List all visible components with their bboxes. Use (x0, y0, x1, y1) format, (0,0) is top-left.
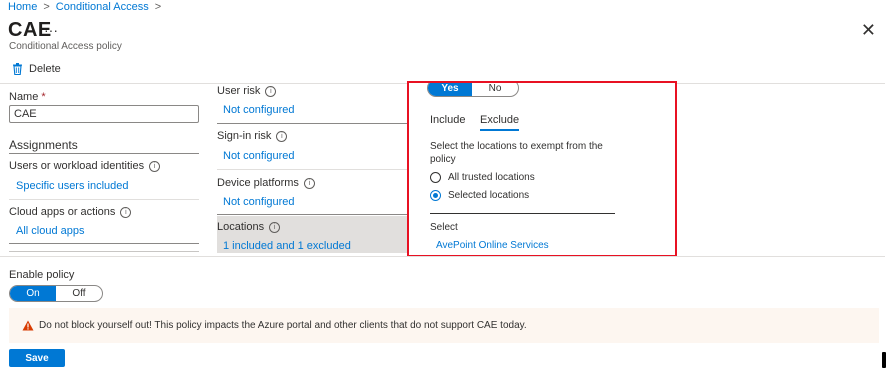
radio-button-checked[interactable] (430, 190, 441, 201)
more-options-button[interactable]: ··· (44, 22, 58, 38)
assignments-divider (9, 153, 199, 154)
name-label-text: Name (9, 91, 39, 103)
toggle-on[interactable]: On (10, 286, 56, 301)
user-risk-label: User risk i (217, 85, 277, 97)
signin-risk-divider (217, 169, 407, 170)
info-icon[interactable]: i (276, 130, 288, 142)
signin-risk-label-text: Sign-in risk (217, 130, 272, 142)
toggle-no[interactable]: No (472, 83, 518, 96)
device-platforms-divider (217, 214, 407, 215)
radio-selected-label: Selected locations (448, 190, 530, 201)
save-button[interactable]: Save (9, 349, 65, 367)
enable-policy-label: Enable policy (9, 269, 75, 281)
warning-icon (22, 320, 34, 331)
locations-value-link[interactable]: 1 included and 1 excluded (223, 240, 351, 252)
toggle-off[interactable]: Off (56, 286, 102, 301)
warning-banner: Do not block yourself out! This policy i… (9, 308, 879, 343)
apps-label: Cloud apps or actions i (9, 206, 132, 218)
breadcrumb-home-link[interactable]: Home (8, 1, 37, 13)
locations-row[interactable]: Locations i 1 included and 1 excluded (217, 216, 407, 253)
info-icon[interactable]: i (120, 206, 132, 218)
radio-all-trusted-locations[interactable]: All trusted locations (430, 172, 535, 183)
tab-exclude-label: Exclude (480, 114, 520, 126)
apps-divider (9, 243, 199, 244)
user-risk-value-link[interactable]: Not configured (223, 104, 295, 116)
locations-config-panel: Yes No Include Exclude Select the locati… (407, 81, 677, 257)
locations-label-text: Locations (217, 221, 265, 233)
signin-risk-value-link[interactable]: Not configured (223, 150, 295, 162)
signin-risk-label: Sign-in risk i (217, 130, 288, 142)
delete-button[interactable]: Delete (12, 63, 61, 75)
users-value-link[interactable]: Specific users included (16, 180, 129, 192)
name-label: Name * (9, 91, 46, 103)
info-icon[interactable]: i (149, 160, 161, 172)
trash-icon (13, 63, 22, 75)
mouse-cursor (882, 352, 886, 368)
users-label-text: Users or workload identities (9, 160, 145, 172)
close-icon[interactable]: ✕ (861, 20, 876, 41)
radio-selected-locations[interactable]: Selected locations (430, 190, 529, 201)
toggle-yes[interactable]: Yes (428, 83, 472, 96)
breadcrumb: Home > Conditional Access > (8, 0, 161, 14)
tab-exclude[interactable]: Exclude (480, 114, 520, 131)
tab-include[interactable]: Include (430, 114, 465, 126)
configure-toggle[interactable]: Yes No (427, 83, 519, 97)
breadcrumb-separator: > (154, 1, 162, 13)
breadcrumb-separator: > (43, 1, 50, 13)
exclude-description: Select the locations to exempt from the … (430, 141, 603, 165)
name-field[interactable]: CAE (9, 105, 199, 123)
info-icon[interactable]: i (265, 85, 277, 97)
breadcrumb-conditional-access-link[interactable]: Conditional Access (56, 1, 149, 13)
device-platforms-label: Device platforms i (217, 177, 315, 189)
info-icon[interactable]: i (269, 221, 281, 233)
warning-text: Do not block yourself out! This policy i… (39, 320, 527, 331)
apps-label-text: Cloud apps or actions (9, 206, 116, 218)
radio-button[interactable] (430, 172, 441, 183)
select-label: Select (430, 222, 458, 233)
radio-all-label: All trusted locations (448, 172, 535, 183)
info-icon[interactable]: i (303, 177, 315, 189)
users-label: Users or workload identities i (9, 160, 161, 172)
enable-policy-toggle[interactable]: On Off (9, 285, 103, 302)
selected-location-link[interactable]: AvePoint Online Services (436, 240, 549, 251)
device-platforms-label-text: Device platforms (217, 177, 299, 189)
page-subtitle: Conditional Access policy (9, 41, 122, 52)
locations-label: Locations i (217, 221, 281, 233)
tab-exclude-underline (480, 129, 520, 131)
content-divider (0, 256, 885, 257)
required-marker: * (41, 91, 46, 103)
user-risk-divider (217, 123, 407, 124)
user-risk-label-text: User risk (217, 85, 261, 97)
users-divider (9, 199, 199, 200)
apps-value-link[interactable]: All cloud apps (16, 225, 85, 237)
device-platforms-value-link[interactable]: Not configured (223, 196, 295, 208)
apps-divider-cut (9, 251, 199, 252)
assignments-heading: Assignments (9, 138, 78, 152)
delete-label: Delete (29, 63, 61, 75)
panel-divider (430, 213, 615, 214)
